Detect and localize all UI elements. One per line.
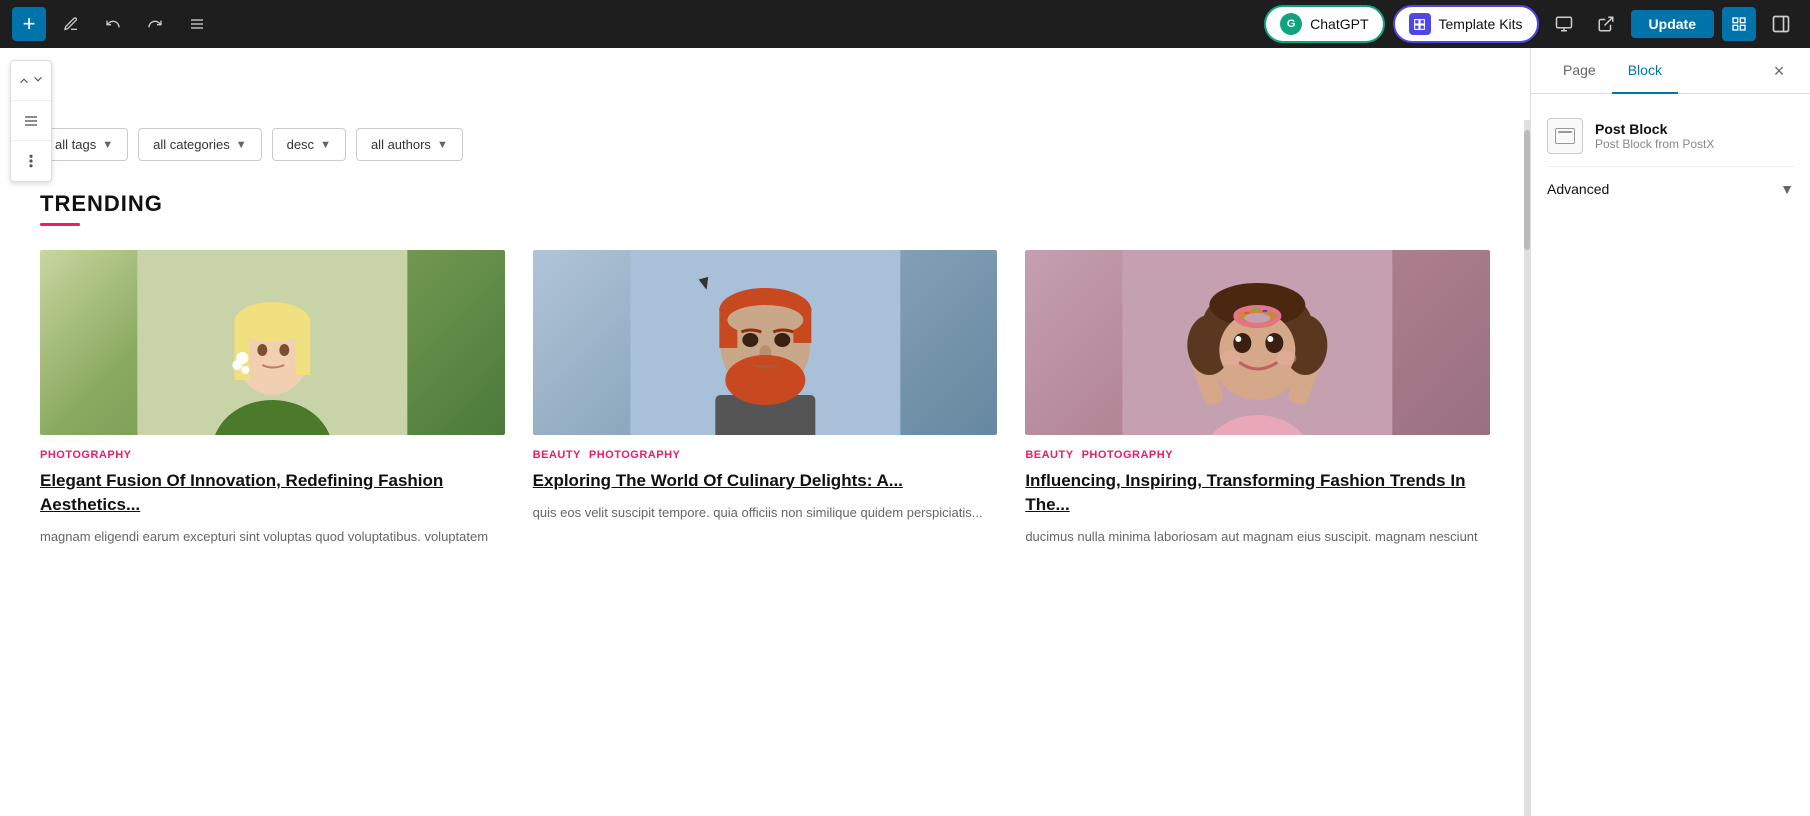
- external-link-button[interactable]: [1589, 7, 1623, 41]
- chatgpt-icon: G: [1280, 13, 1302, 35]
- float-toolbar: [10, 60, 52, 182]
- templatekits-label: Template Kits: [1439, 16, 1523, 32]
- authors-chevron-icon: ▼: [437, 139, 448, 151]
- post-card-1: PHOTOGRAPHY Elegant Fusion Of Innovation…: [40, 250, 505, 547]
- post-3-cat-1: BEAUTY: [1025, 449, 1073, 461]
- close-panel-button[interactable]: ×: [1764, 56, 1794, 86]
- posts-grid: PHOTOGRAPHY Elegant Fusion Of Innovation…: [40, 250, 1490, 547]
- post-image-1: [40, 250, 505, 435]
- tags-chevron-icon: ▼: [102, 139, 113, 151]
- post-card-3: BEAUTY PHOTOGRAPHY Influencing, Inspirin…: [1025, 250, 1490, 547]
- undo-button[interactable]: [96, 7, 130, 41]
- panel-tabs: Page Block ×: [1531, 48, 1810, 94]
- responsive-button[interactable]: [1547, 7, 1581, 41]
- pencil-button[interactable]: [54, 7, 88, 41]
- post-3-cat-2: PHOTOGRAPHY: [1082, 449, 1173, 461]
- post-1-title[interactable]: Elegant Fusion Of Innovation, Redefining…: [40, 469, 505, 517]
- tab-block[interactable]: Block: [1612, 48, 1678, 94]
- post-2-cat-2: PHOTOGRAPHY: [589, 449, 680, 461]
- float-chevron-button[interactable]: [11, 61, 51, 101]
- categories-filter-label: all categories: [153, 137, 230, 152]
- menu-button[interactable]: [180, 7, 214, 41]
- trending-section: TRENDING: [40, 191, 1490, 547]
- post-3-excerpt: ducimus nulla minima laboriosam aut magn…: [1025, 527, 1490, 548]
- redo-button[interactable]: [138, 7, 172, 41]
- post-2-title[interactable]: Exploring The World Of Culinary Delights…: [533, 469, 998, 493]
- authors-filter[interactable]: all authors ▼: [356, 128, 463, 161]
- post-block-icon: [1555, 128, 1575, 144]
- advanced-row[interactable]: Advanced ▼: [1547, 166, 1794, 211]
- block-name: Post Block: [1595, 121, 1794, 137]
- block-info: Post Block Post Block from PostX: [1595, 121, 1794, 151]
- chatgpt-button[interactable]: G ChatGPT: [1264, 5, 1384, 43]
- trending-title: TRENDING: [40, 191, 1490, 217]
- advanced-chevron-icon: ▼: [1780, 181, 1794, 197]
- order-filter[interactable]: desc ▼: [272, 128, 346, 161]
- block-item: Post Block Post Block from PostX: [1547, 110, 1794, 162]
- right-panel: Page Block × Post Block Post Block from …: [1530, 48, 1810, 816]
- post-3-categories: BEAUTY PHOTOGRAPHY: [1025, 449, 1490, 461]
- main-content: all tags ▼ all categories ▼ desc ▼ all a…: [0, 48, 1530, 816]
- update-button[interactable]: Update: [1631, 10, 1714, 38]
- categories-chevron-icon: ▼: [236, 139, 247, 151]
- post-card-2: BEAUTY PHOTOGRAPHY Exploring The World O…: [533, 250, 998, 547]
- top-toolbar: + G ChatGPT Template Kits: [0, 0, 1810, 48]
- tab-page[interactable]: Page: [1547, 48, 1612, 94]
- post-image-3: [1025, 250, 1490, 435]
- block-icon: [1547, 118, 1583, 154]
- float-align-button[interactable]: [11, 101, 51, 141]
- advanced-label: Advanced: [1547, 181, 1780, 197]
- scroll-track[interactable]: [1524, 120, 1530, 816]
- filter-bar: all tags ▼ all categories ▼ desc ▼ all a…: [40, 128, 1490, 161]
- post-1-categories: PHOTOGRAPHY: [40, 449, 505, 461]
- post-2-excerpt: quis eos velit suscipit tempore. quia of…: [533, 503, 998, 524]
- authors-filter-label: all authors: [371, 137, 431, 152]
- scroll-thumb: [1524, 130, 1530, 250]
- templatekits-icon: [1409, 13, 1431, 35]
- post-3-title[interactable]: Influencing, Inspiring, Transforming Fas…: [1025, 469, 1490, 517]
- order-chevron-icon: ▼: [320, 139, 331, 151]
- post-1-cat-1: PHOTOGRAPHY: [40, 449, 131, 461]
- tags-filter-label: all tags: [55, 137, 96, 152]
- order-filter-label: desc: [287, 137, 314, 152]
- sidebar-toggle-button[interactable]: [1764, 7, 1798, 41]
- tags-filter[interactable]: all tags ▼: [40, 128, 128, 161]
- templatekits-button[interactable]: Template Kits: [1393, 5, 1539, 43]
- post-1-excerpt: magnam eligendi earum excepturi sint vol…: [40, 527, 505, 548]
- float-more-button[interactable]: [11, 141, 51, 181]
- panel-body: Post Block Post Block from PostX Advance…: [1531, 94, 1810, 816]
- post-2-categories: BEAUTY PHOTOGRAPHY: [533, 449, 998, 461]
- post-2-cat-1: BEAUTY: [533, 449, 581, 461]
- block-source: Post Block from PostX: [1595, 137, 1794, 151]
- grid-view-button[interactable]: [1722, 7, 1756, 41]
- chatgpt-label: ChatGPT: [1310, 16, 1368, 32]
- post-image-2: [533, 250, 998, 435]
- trending-underline: [40, 223, 80, 226]
- add-block-button[interactable]: +: [12, 7, 46, 41]
- categories-filter[interactable]: all categories ▼: [138, 128, 262, 161]
